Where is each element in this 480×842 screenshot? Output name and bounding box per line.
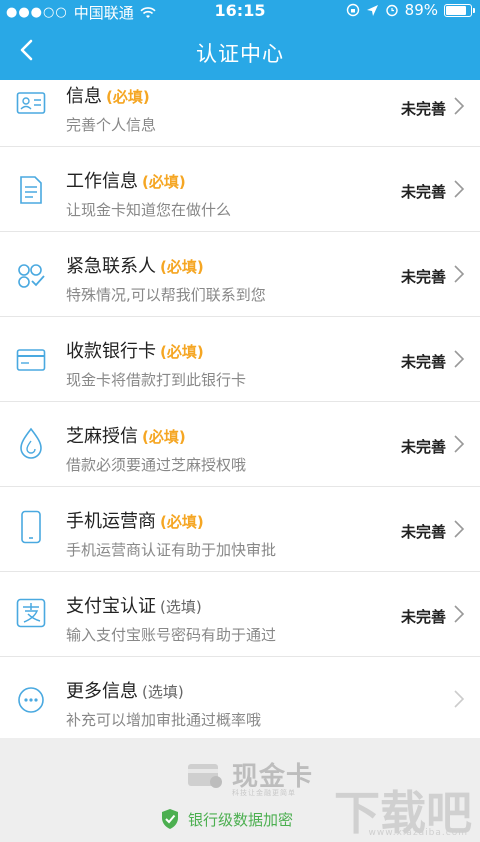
list-item-emergency-contact[interactable]: 紧急联系人 (必填) 特殊情况,可以帮我们联系到您 未完善: [0, 232, 480, 317]
item-subtitle: 特殊情况,可以帮我们联系到您: [66, 286, 266, 304]
optional-tag: (选填): [160, 598, 202, 616]
shield-check-icon: [162, 809, 178, 829]
item-title: 信息: [66, 86, 102, 107]
chevron-right-icon: [454, 605, 465, 623]
chevron-right-icon: [454, 350, 465, 368]
status-right: 89%: [346, 1, 475, 19]
item-status: 未完善: [400, 268, 446, 286]
page-title: 认证中心: [196, 42, 284, 66]
item-subtitle: 现金卡将借款打到此银行卡: [66, 371, 247, 389]
security-notice: 银行级数据加密: [160, 808, 293, 830]
phone-icon: [16, 510, 46, 544]
bank-card-icon: [16, 345, 46, 375]
chevron-right-icon: [454, 97, 465, 115]
item-title: 收款银行卡: [66, 341, 156, 362]
chevron-right-icon: [454, 690, 465, 708]
item-status: 未完善: [400, 100, 446, 118]
watermark-url: www.xiazaiba.com: [368, 828, 468, 838]
item-status: 未完善: [400, 353, 446, 371]
security-text: 银行级数据加密: [188, 810, 294, 829]
list-item-work-info[interactable]: 工作信息 (必填) 让现金卡知道您在做什么 未完善: [0, 147, 480, 232]
orientation-lock-icon: [346, 3, 359, 17]
item-subtitle: 借款必须要通过芝麻授权哦: [66, 456, 247, 474]
id-card-icon: [16, 88, 46, 118]
card-logo-icon: [188, 763, 222, 788]
more-dots-icon: [16, 685, 46, 715]
contacts-icon: [16, 260, 46, 290]
required-tag: (必填): [142, 173, 186, 191]
item-subtitle: 完善个人信息: [66, 116, 157, 134]
item-subtitle: 手机运营商认证有助于加快审批: [66, 541, 277, 559]
item-title: 芝麻授信: [66, 426, 138, 447]
alipay-icon: [16, 598, 46, 628]
chevron-right-icon: [454, 520, 465, 538]
brand-slogan: 科技让金融更简单: [232, 789, 296, 797]
required-tag: (必填): [160, 343, 204, 361]
list-item-more-info[interactable]: 更多信息 (选填) 补充可以增加审批通过概率哦: [0, 657, 480, 741]
brand-logo: 现金卡 科技让金融更简单: [186, 756, 313, 797]
sesame-drop-icon: [16, 427, 46, 459]
optional-tag: (选填): [142, 683, 184, 701]
required-tag: (必填): [160, 513, 204, 531]
watermark: 下载吧 www.xiazaiba.com: [334, 790, 472, 838]
item-title: 支付宝认证: [66, 596, 156, 617]
nav-bar: 认证中心: [0, 22, 480, 80]
list-item-mobile-carrier[interactable]: 手机运营商 (必填) 手机运营商认证有助于加快审批 未完善: [0, 487, 480, 572]
alarm-icon: [385, 4, 398, 17]
item-title: 手机运营商: [66, 511, 156, 532]
required-tag: (必填): [142, 428, 186, 446]
item-subtitle: 让现金卡知道您在做什么: [66, 201, 232, 219]
item-subtitle: 补充可以增加审批通过概率哦: [66, 711, 262, 729]
verification-list: 信息 (必填) 完善个人信息 未完善 工作信息 (必填) 让现金卡知道您在做什么 未…: [0, 80, 480, 741]
item-subtitle: 输入支付宝账号密码有助于通过: [66, 626, 277, 644]
chevron-right-icon: [454, 180, 465, 198]
item-title: 紧急联系人: [66, 256, 156, 277]
footer: 现金卡 科技让金融更简单 银行级数据加密 下载吧 www.xiazaiba.co…: [0, 738, 480, 842]
chevron-right-icon: [454, 435, 465, 453]
item-status: 未完善: [400, 523, 446, 541]
battery-icon: [444, 3, 475, 17]
required-tag: (必填): [160, 258, 204, 276]
battery-percent: 89%: [404, 1, 438, 19]
document-icon: [16, 175, 46, 205]
list-item-personal-info[interactable]: 信息 (必填) 完善个人信息 未完善: [0, 80, 480, 147]
list-item-bank-card[interactable]: 收款银行卡 (必填) 现金卡将借款打到此银行卡 未完善: [0, 317, 480, 402]
item-title: 更多信息: [66, 681, 138, 702]
location-arrow-icon: [366, 4, 378, 16]
list-item-alipay[interactable]: 支付宝认证 (选填) 输入支付宝账号密码有助于通过 未完善: [0, 572, 480, 657]
item-status: 未完善: [400, 183, 446, 201]
required-tag: (必填): [106, 88, 150, 106]
item-status: 未完善: [400, 438, 446, 456]
status-bar: ●●●○○ 中国联通 16:15 89%: [0, 0, 480, 22]
item-status: 未完善: [400, 608, 446, 626]
chevron-right-icon: [454, 265, 465, 283]
item-title: 工作信息: [66, 171, 138, 192]
list-item-sesame-credit[interactable]: 芝麻授信 (必填) 借款必须要通过芝麻授权哦 未完善: [0, 402, 480, 487]
